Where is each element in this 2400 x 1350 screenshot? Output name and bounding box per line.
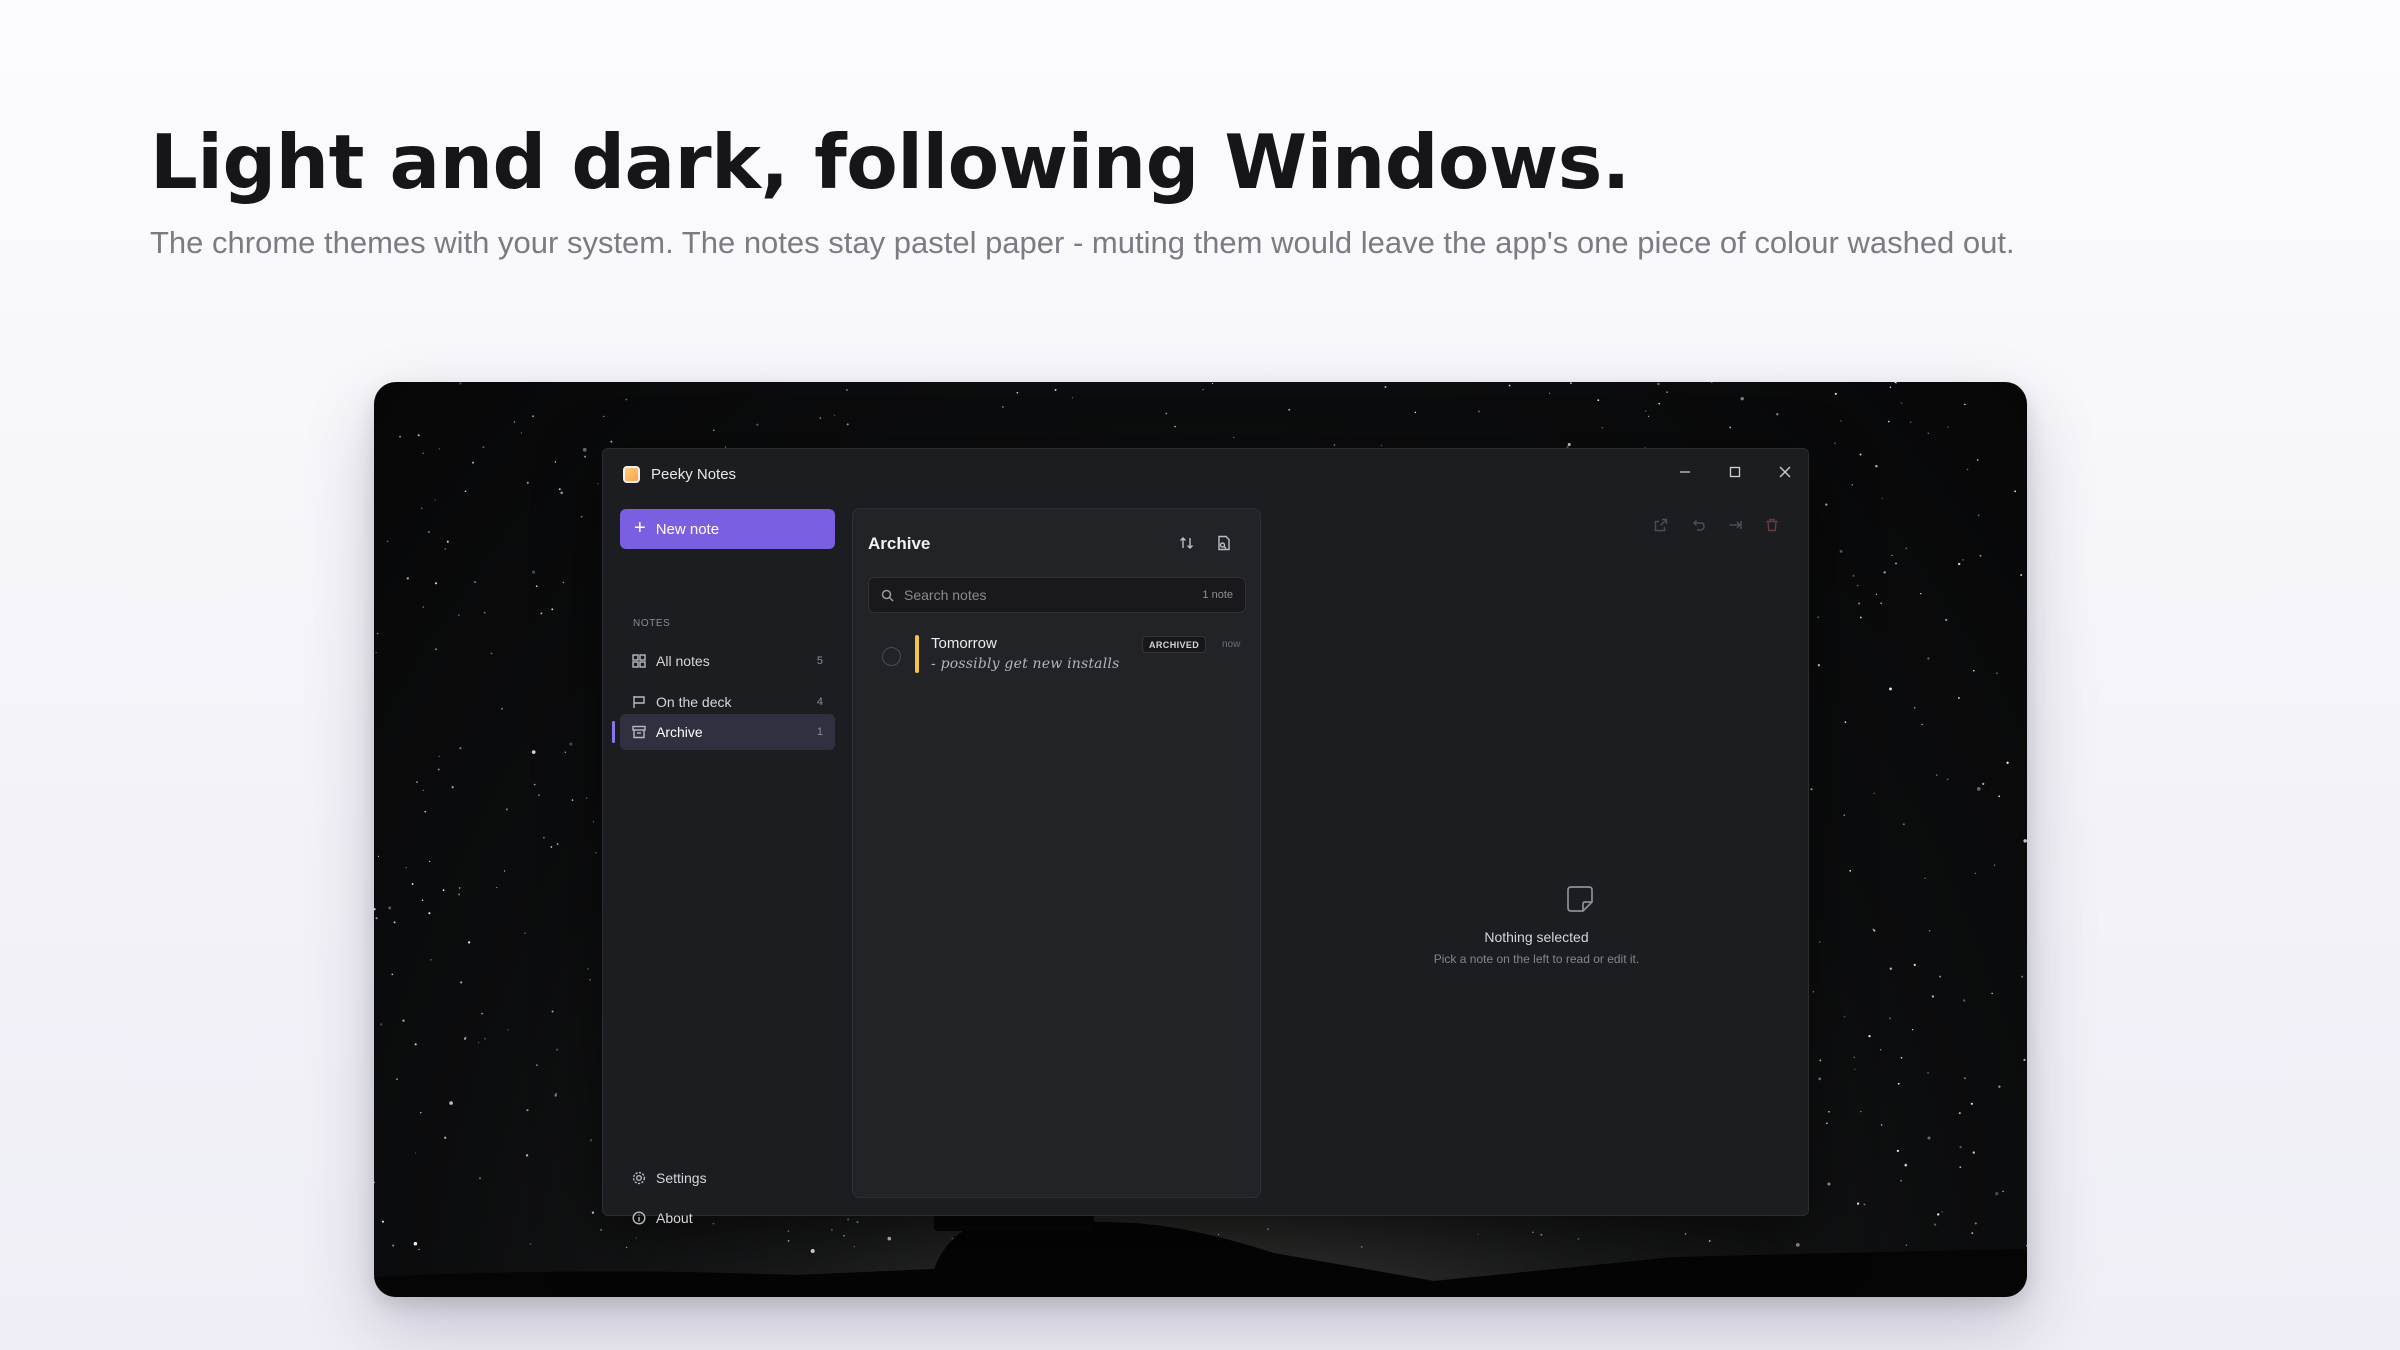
close-button[interactable] [1768,457,1802,487]
sidebar-item-archive[interactable]: Archive 1 [620,714,835,750]
status-badge: ARCHIVED [1142,636,1207,653]
note-count: 1 note [1202,589,1233,601]
maximize-button[interactable] [1718,457,1752,487]
sidebar-item-settings[interactable]: Settings [620,1160,835,1196]
close-icon [1779,466,1791,478]
flag-icon [633,696,645,708]
empty-state-title: Nothing selected [1484,929,1589,945]
note-timestamp: now [1222,639,1241,650]
maximize-icon [1729,466,1741,478]
sidebar-item-label: About [656,1210,693,1226]
list-item[interactable]: Tomorrow - possibly get new installs ARC… [868,633,1246,679]
sidebar-item-all-notes[interactable]: All notes 5 [620,643,835,679]
sort-button[interactable] [1175,531,1199,555]
info-icon [632,1211,646,1225]
note-preview: - possibly get new installs [931,656,1120,672]
sidebar-item-count: 1 [816,726,823,738]
note-title: Tomorrow [931,635,997,652]
trash-icon [1766,518,1778,532]
sidebar-item-about[interactable]: About [620,1200,835,1236]
open-external-icon [1654,518,1668,532]
restore-button[interactable] [1688,515,1708,535]
new-note-button[interactable]: + New note [620,509,835,549]
section-label: NOTES [633,618,671,629]
export-button[interactable] [1212,531,1236,555]
search-input[interactable] [904,587,1164,603]
sidebar-item-label: Archive [656,724,703,740]
arrow-right-icon [1729,521,1742,529]
sidebar-item-label: Settings [656,1170,707,1186]
new-note-label: New note [655,520,720,538]
hero-subtitle: The chrome themes with your system. The … [150,225,2015,260]
move-button[interactable] [1725,515,1745,535]
title-bar[interactable]: Peeky Notes [603,449,1808,499]
delete-button[interactable] [1762,515,1782,535]
window-title: Peeky Notes [651,466,737,483]
archive-icon [632,725,646,739]
sidebar: + New note NOTES All notes 5 On the deck… [603,499,850,1226]
plus-icon: + [634,517,646,539]
detail-pane: Nothing selected Pick a note on the left… [1263,499,1808,1215]
sort-icon [1180,537,1193,549]
note-color-bar [915,635,919,673]
document-icon [1218,535,1230,551]
minimize-button[interactable] [1668,457,1702,487]
search-icon [881,589,894,602]
app-icon [623,466,640,483]
open-external-button[interactable] [1651,515,1671,535]
note-list-pane: Archive 1 note Tomo [852,508,1261,1198]
note-icon [1563,882,1597,916]
grid-icon [632,654,646,668]
sidebar-item-count: 5 [816,655,823,667]
note-select-checkbox[interactable] [882,647,901,666]
gear-icon [632,1171,646,1185]
app-window: Peeky Notes + New note NOTES All notes 5… [602,448,1809,1226]
list-title: Archive [868,534,931,553]
screenshot-frame: Peeky Notes + New note NOTES All notes 5… [374,382,2027,1297]
undo-icon [1693,520,1705,531]
hero-title: Light and dark, following Windows. [150,118,1630,206]
sidebar-item-label: On the deck [656,694,732,710]
minimize-icon [1680,471,1690,473]
sidebar-item-label: All notes [656,653,710,669]
sidebar-item-count: 4 [816,696,823,708]
active-indicator [612,721,615,743]
detail-toolbar [1651,515,1782,535]
search-field[interactable]: 1 note [868,577,1246,613]
empty-state-subtitle: Pick a note on the left to read or edit … [1433,952,1640,966]
